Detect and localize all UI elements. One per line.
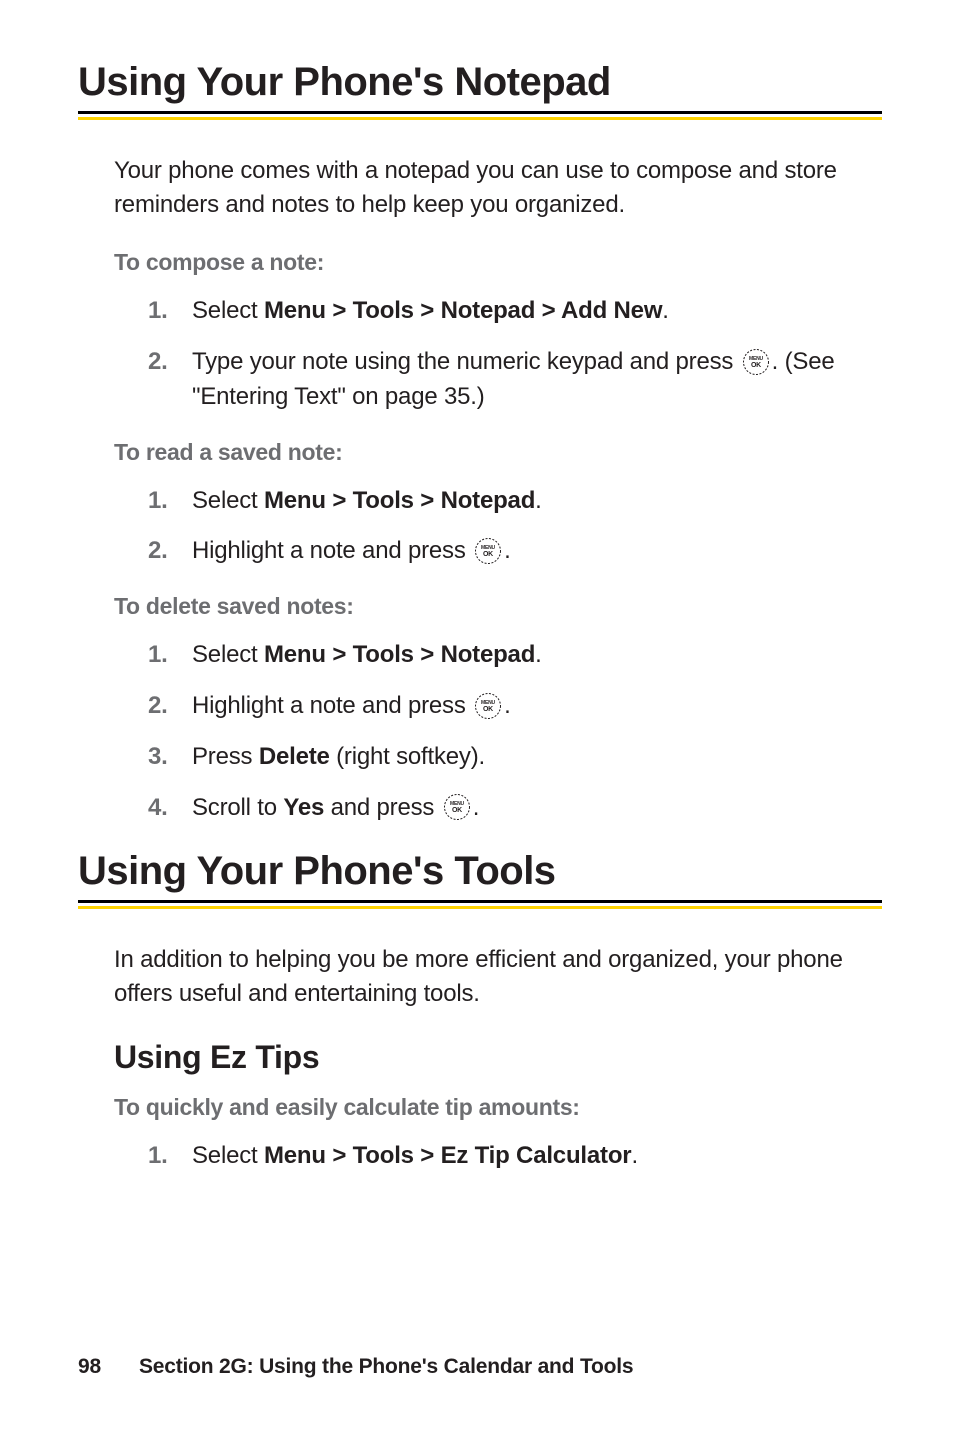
step-bold: Delete — [259, 743, 330, 770]
title-underline — [78, 117, 882, 120]
step-content: Select Menu > Tools > Notepad > Add New. — [192, 294, 882, 329]
list-item: 4. Scroll to Yes and press MENUOK. — [148, 791, 882, 826]
step-bold: Yes — [283, 794, 324, 821]
heading-delete-notes: To delete saved notes: — [114, 593, 882, 620]
section-title-notepad: Using Your Phone's Notepad — [78, 60, 882, 114]
intro-para-notepad: Your phone comes with a notepad you can … — [114, 154, 882, 221]
step-text: Highlight a note and press — [192, 537, 472, 564]
page-footer: 98 Section 2G: Using the Phone's Calendar… — [78, 1355, 633, 1379]
heading-compose-note: To compose a note: — [114, 249, 882, 276]
subsection-ez-tips: Using Ez Tips — [114, 1039, 882, 1076]
section-title-tools: Using Your Phone's Tools — [78, 849, 882, 903]
list-item: 2. Highlight a note and press MENUOK. — [148, 689, 882, 724]
step-text: (right softkey). — [330, 743, 485, 770]
step-text: Scroll to — [192, 794, 283, 821]
step-number: 2. — [148, 345, 192, 380]
step-content: Select Menu > Tools > Notepad. — [192, 484, 882, 519]
step-number: 2. — [148, 534, 192, 569]
step-content: Press Delete (right softkey). — [192, 740, 882, 775]
step-content: Type your note using the numeric keypad … — [192, 345, 882, 415]
step-text: . — [504, 692, 510, 719]
step-text: Select — [192, 297, 264, 324]
menu-ok-icon: MENUOK — [474, 692, 502, 720]
steps-ez-tips: 1. Select Menu > Tools > Ez Tip Calculat… — [148, 1139, 882, 1174]
step-content: Select Menu > Tools > Ez Tip Calculator. — [192, 1139, 882, 1174]
list-item: 2. Type your note using the numeric keyp… — [148, 345, 882, 415]
step-number: 1. — [148, 294, 192, 329]
list-item: 1. Select Menu > Tools > Notepad > Add N… — [148, 294, 882, 329]
step-bold: Menu > Tools > Notepad — [264, 641, 535, 668]
step-text: Select — [192, 641, 264, 668]
list-item: 1. Select Menu > Tools > Notepad. — [148, 638, 882, 673]
step-number: 3. — [148, 740, 192, 775]
heading-read-note: To read a saved note: — [114, 439, 882, 466]
footer-section-label: Section 2G: Using the Phone's Calendar a… — [139, 1355, 633, 1378]
step-text: . — [473, 794, 479, 821]
step-number: 2. — [148, 689, 192, 724]
menu-ok-icon: MENUOK — [742, 348, 770, 376]
heading-calc-tips: To quickly and easily calculate tip amou… — [114, 1094, 882, 1121]
step-text: . — [662, 297, 668, 324]
step-text: Press — [192, 743, 259, 770]
list-item: 1. Select Menu > Tools > Notepad. — [148, 484, 882, 519]
intro-para-tools: In addition to helping you be more effic… — [114, 943, 882, 1010]
step-number: 1. — [148, 484, 192, 519]
step-content: Highlight a note and press MENUOK. — [192, 534, 882, 569]
svg-text:OK: OK — [751, 362, 761, 369]
step-bold: Menu > Tools > Notepad — [264, 487, 535, 514]
svg-text:OK: OK — [452, 807, 462, 814]
step-number: 1. — [148, 638, 192, 673]
step-text: . — [535, 641, 541, 668]
step-text: Select — [192, 1142, 264, 1169]
step-content: Highlight a note and press MENUOK. — [192, 689, 882, 724]
step-number: 1. — [148, 1139, 192, 1174]
step-text: and press — [324, 794, 441, 821]
svg-text:OK: OK — [483, 551, 493, 558]
steps-delete-notes: 1. Select Menu > Tools > Notepad. 2. Hig… — [148, 638, 882, 825]
step-text: Type your note using the numeric keypad … — [192, 348, 740, 375]
step-text: . — [504, 537, 510, 564]
step-content: Scroll to Yes and press MENUOK. — [192, 791, 882, 826]
steps-compose-note: 1. Select Menu > Tools > Notepad > Add N… — [148, 294, 882, 414]
step-text: . — [535, 487, 541, 514]
steps-read-note: 1. Select Menu > Tools > Notepad. 2. Hig… — [148, 484, 882, 570]
svg-text:OK: OK — [483, 706, 493, 713]
step-bold: Menu > Tools > Notepad > Add New — [264, 297, 662, 324]
list-item: 3. Press Delete (right softkey). — [148, 740, 882, 775]
list-item: 1. Select Menu > Tools > Ez Tip Calculat… — [148, 1139, 882, 1174]
page-number: 98 — [78, 1355, 101, 1378]
menu-ok-icon: MENUOK — [443, 793, 471, 821]
step-text: Highlight a note and press — [192, 692, 472, 719]
step-bold: Menu > Tools > Ez Tip Calculator — [264, 1142, 631, 1169]
title-underline — [78, 906, 882, 909]
step-number: 4. — [148, 791, 192, 826]
step-content: Select Menu > Tools > Notepad. — [192, 638, 882, 673]
step-text: . — [631, 1142, 637, 1169]
list-item: 2. Highlight a note and press MENUOK. — [148, 534, 882, 569]
step-text: Select — [192, 487, 264, 514]
menu-ok-icon: MENUOK — [474, 537, 502, 565]
